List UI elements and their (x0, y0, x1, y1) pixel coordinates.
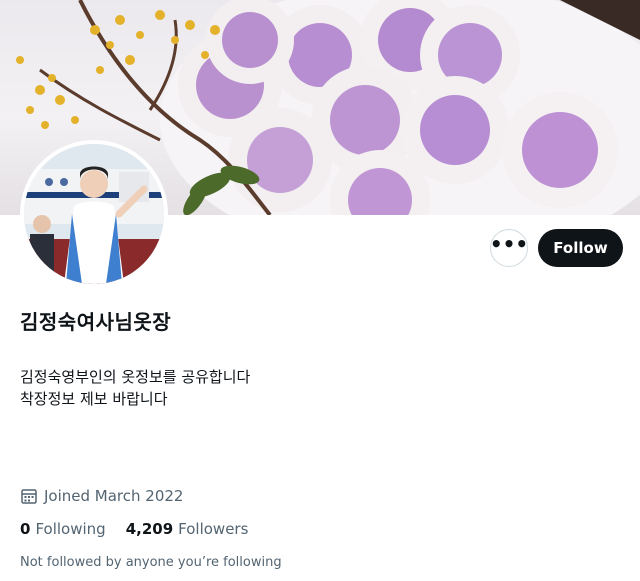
followers-link[interactable]: 4,209 Followers (126, 520, 249, 538)
following-count: 0 (20, 520, 31, 538)
follow-button[interactable]: Follow (538, 229, 623, 267)
followers-count: 4,209 (125, 520, 174, 538)
followers-label: Followers (178, 520, 249, 538)
joined-date: Joined March 2022 (20, 487, 183, 505)
calendar-icon (21, 489, 37, 504)
more-button[interactable]: ••• (490, 229, 528, 267)
not-followed-notice: Not followed by anyone you’re following (20, 555, 282, 570)
follow-button-label: Follow (553, 239, 608, 257)
following-label: Following (35, 520, 106, 538)
avatar[interactable] (20, 140, 168, 288)
joined-label: Joined March 2022 (44, 487, 184, 505)
following-link[interactable]: 0 Following (20, 520, 106, 538)
display-name: 김정숙여사님옷장 (20, 310, 172, 334)
follow-stats: 0 Following 4,209 Followers (20, 520, 248, 538)
more-icon: ••• (489, 232, 529, 256)
avatar-image (24, 144, 164, 284)
bio: 김정숙영부인의 옷정보를 공유합니다 착장정보 제보 바랍니다 (20, 368, 251, 408)
